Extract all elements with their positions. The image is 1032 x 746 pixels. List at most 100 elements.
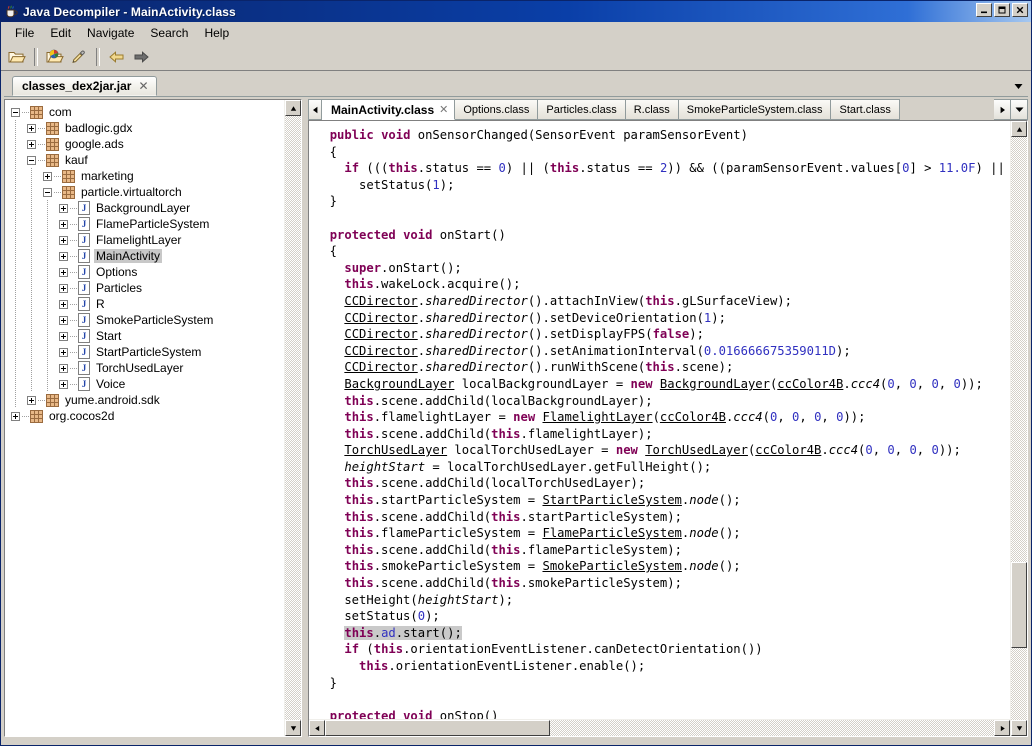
menu-file[interactable]: File (7, 24, 42, 42)
close-icon[interactable]: ✕ (137, 79, 149, 93)
menu-navigate[interactable]: Navigate (79, 24, 142, 42)
tree-item-flameparticlesystem[interactable]: JFlameParticleSystem (5, 216, 284, 232)
code-vscroll-thumb[interactable] (1011, 562, 1027, 648)
close-button[interactable] (1012, 3, 1028, 17)
code-vscroll-track[interactable] (1011, 137, 1027, 720)
tree-item-yume-android-sdk[interactable]: yume.android.sdk (5, 392, 284, 408)
code-type-link[interactable]: FlamelightLayer (543, 410, 653, 424)
code-line[interactable]: this.startParticleSystem = StartParticle… (315, 492, 1010, 509)
tab-list-chevron-down-icon[interactable] (1011, 99, 1028, 120)
navigate-back-icon[interactable] (106, 46, 128, 67)
code-line[interactable]: this.orientationEventListener.enable(); (315, 658, 1010, 675)
code-line[interactable]: this.smokeParticleSystem = SmokeParticle… (315, 558, 1010, 575)
code-line[interactable]: this.scene.addChild(this.flamelightLayer… (315, 426, 1010, 443)
code-line[interactable]: CCDirector.sharedDirector().setAnimation… (315, 343, 1010, 360)
code-type-link[interactable]: TorchUsedLayer (645, 443, 748, 457)
open-type-icon[interactable] (44, 46, 66, 67)
tree-expand-icon[interactable] (59, 268, 68, 277)
tree-item-startparticlesystem[interactable]: JStartParticleSystem (5, 344, 284, 360)
code-line[interactable]: this.wakeLock.acquire(); (315, 276, 1010, 293)
code-line[interactable]: } (315, 675, 1010, 692)
code-type-link[interactable]: CCDirector (344, 294, 417, 308)
decompile-icon[interactable] (68, 46, 90, 67)
tree-item-com[interactable]: com (5, 104, 284, 120)
tree-expand-icon[interactable] (59, 364, 68, 373)
code-line[interactable] (315, 210, 1010, 227)
tree-scroll-track[interactable] (285, 116, 301, 720)
menu-edit[interactable]: Edit (42, 24, 79, 42)
editor-tab-smokeparticlesystem[interactable]: SmokeParticleSystem.class (679, 99, 832, 120)
code-type-link[interactable]: ccColor4B (660, 410, 726, 424)
code-line[interactable]: this.flamelightLayer = new FlamelightLay… (315, 409, 1010, 426)
code-line[interactable]: CCDirector.sharedDirector().runWithScene… (315, 359, 1010, 376)
code-line[interactable]: heightStart = localTorchUsedLayer.getFul… (315, 459, 1010, 476)
code-line[interactable]: BackgroundLayer localBackgroundLayer = n… (315, 376, 1010, 393)
code-line[interactable]: { (315, 243, 1010, 260)
tab-scroll-left-button[interactable] (308, 99, 322, 120)
code-line[interactable]: this.scene.addChild(this.smokeParticleSy… (315, 575, 1010, 592)
editor-tab-mainactivity[interactable]: MainActivity.class✕ (322, 99, 455, 120)
code-vertical-scrollbar[interactable] (1010, 121, 1027, 736)
jar-tab-classes-dex2jar[interactable]: classes_dex2jar.jar ✕ (12, 76, 157, 96)
code-line[interactable]: this.scene.addChild(localBackgroundLayer… (315, 393, 1010, 410)
code-line[interactable]: CCDirector.sharedDirector().setDisplayFP… (315, 326, 1010, 343)
code-line[interactable]: protected void onStart() (315, 227, 1010, 244)
tree-collapse-icon[interactable] (43, 188, 52, 197)
tree-expand-icon[interactable] (43, 172, 52, 181)
code-type-link[interactable]: StartParticleSystem (542, 493, 681, 507)
tree-expand-icon[interactable] (59, 252, 68, 261)
tree-expand-icon[interactable] (59, 380, 68, 389)
code-hscroll-thumb[interactable] (325, 720, 550, 736)
package-tree[interactable]: combadlogic.gdxgoogle.adskaufmarketingpa… (5, 100, 284, 736)
editor-tab-start[interactable]: Start.class (831, 99, 899, 120)
code-line[interactable]: public void onSensorChanged(SensorEvent … (315, 127, 1010, 144)
code-type-link[interactable]: ccColor4B (755, 443, 821, 457)
tree-expand-icon[interactable] (27, 140, 36, 149)
code-type-link[interactable]: CCDirector (344, 327, 417, 341)
maximize-button[interactable] (994, 3, 1010, 17)
code-line[interactable]: CCDirector.sharedDirector().attachInView… (315, 293, 1010, 310)
tree-expand-icon[interactable] (59, 300, 68, 309)
editor-tab-options[interactable]: Options.class (455, 99, 538, 120)
jar-tab-menu-chevron-down-icon[interactable] (1010, 78, 1026, 94)
code-hscroll-track[interactable] (325, 720, 994, 736)
tree-item-backgroundlayer[interactable]: JBackgroundLayer (5, 200, 284, 216)
tree-expand-icon[interactable] (59, 220, 68, 229)
code-line[interactable]: this.flameParticleSystem = FlameParticle… (315, 525, 1010, 542)
decompiled-source[interactable]: public void onSensorChanged(SensorEvent … (309, 121, 1010, 719)
code-line[interactable]: if (this.orientationEventListener.canDet… (315, 641, 1010, 658)
close-icon[interactable]: ✕ (439, 103, 448, 116)
tree-expand-icon[interactable] (27, 124, 36, 133)
tree-item-start[interactable]: JStart (5, 328, 284, 344)
tree-expand-icon[interactable] (59, 348, 68, 357)
tree-expand-icon[interactable] (59, 284, 68, 293)
tree-expand-icon[interactable] (59, 316, 68, 325)
code-line[interactable]: protected void onStop() (315, 708, 1010, 719)
tree-item-flamelightlayer[interactable]: JFlamelightLayer (5, 232, 284, 248)
code-line[interactable]: } (315, 193, 1010, 210)
code-line[interactable]: super.onStart(); (315, 260, 1010, 277)
code-scroll-left-button[interactable] (309, 720, 325, 736)
code-line[interactable]: this.ad.start(); (315, 625, 1010, 642)
code-line[interactable] (315, 691, 1010, 708)
code-scroll-right-button[interactable] (994, 720, 1010, 736)
code-scroll-down-button[interactable] (1011, 720, 1027, 736)
tree-scroll-up-button[interactable] (285, 100, 301, 116)
minimize-button[interactable] (976, 3, 992, 17)
code-line[interactable]: CCDirector.sharedDirector().setDeviceOri… (315, 310, 1010, 327)
tree-item-particle-virtualtorch[interactable]: particle.virtualtorch (5, 184, 284, 200)
menu-help[interactable]: Help (196, 24, 237, 42)
tree-item-google-ads[interactable]: google.ads (5, 136, 284, 152)
tree-expand-icon[interactable] (27, 396, 36, 405)
tree-item-org-cocos2d[interactable]: org.cocos2d (5, 408, 284, 424)
code-line[interactable]: setHeight(heightStart); (315, 592, 1010, 609)
tree-item-kauf[interactable]: kauf (5, 152, 284, 168)
tree-expand-icon[interactable] (11, 412, 20, 421)
tree-item-smokeparticlesystem[interactable]: JSmokeParticleSystem (5, 312, 284, 328)
code-type-link[interactable]: ccColor4B (777, 377, 843, 391)
tree-collapse-icon[interactable] (27, 156, 36, 165)
tree-item-options[interactable]: JOptions (5, 264, 284, 280)
code-type-link[interactable]: BackgroundLayer (660, 377, 770, 391)
tree-vertical-scrollbar[interactable] (284, 100, 301, 736)
code-type-link[interactable]: CCDirector (344, 311, 417, 325)
